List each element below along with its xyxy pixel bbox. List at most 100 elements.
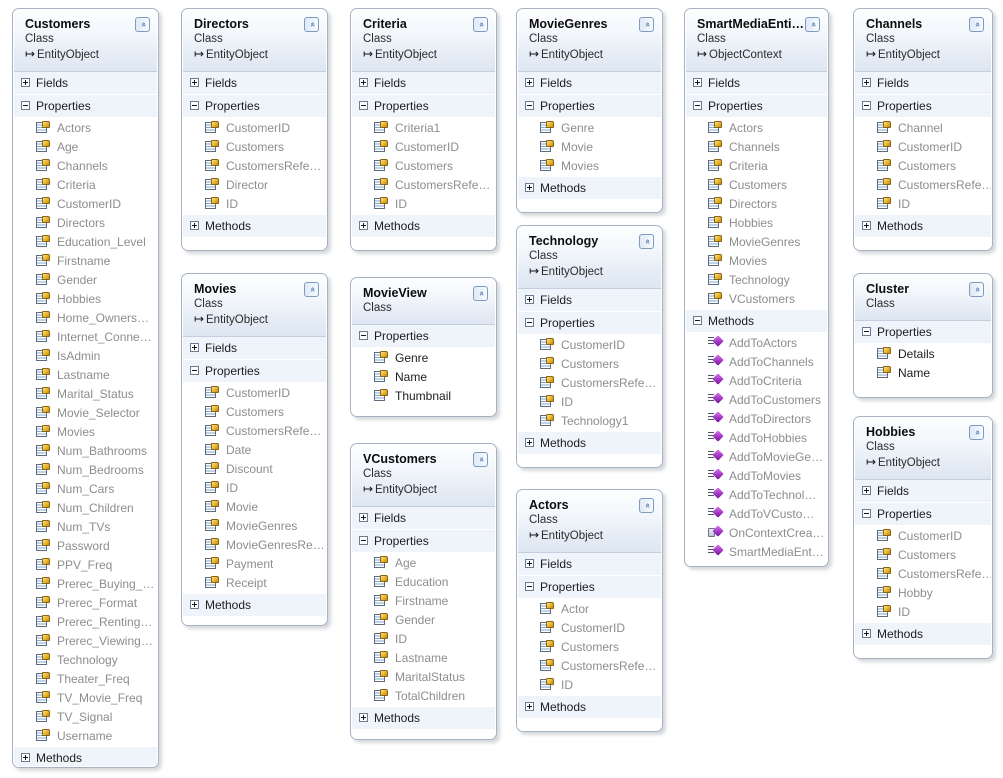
member-row[interactable]: Prerec_Buying_… (14, 574, 157, 593)
member-row[interactable]: Criteria1 (352, 118, 495, 137)
compartment-methods-actors[interactable]: Methods (518, 696, 661, 719)
member-row[interactable]: ID (183, 478, 326, 497)
class-shape-customers[interactable]: Customers Class ↦ EntityObject « Fields Proper… (12, 8, 159, 768)
collapse-minus-icon[interactable] (359, 536, 368, 546)
member-row[interactable]: Actors (14, 118, 157, 137)
expand-plus-icon[interactable] (359, 513, 368, 523)
member-row[interactable]: CustomerID (352, 137, 495, 156)
class-header-technology[interactable]: Technology Class ↦ EntityObject « (518, 227, 661, 289)
member-row[interactable]: ID (352, 629, 495, 648)
member-row[interactable]: Directors (686, 194, 827, 213)
member-row[interactable]: CustomersRefe… (183, 421, 326, 440)
member-row[interactable]: Actors (686, 118, 827, 137)
member-row[interactable]: MovieGenresRe… (183, 535, 326, 554)
collapse-chevron-icon[interactable]: « (304, 17, 319, 32)
expand-plus-icon[interactable] (862, 78, 871, 88)
member-row[interactable]: CustomersRefe… (518, 373, 661, 392)
member-row[interactable]: Channel (855, 118, 991, 137)
member-row[interactable]: Username (14, 726, 157, 745)
member-row[interactable]: OnContextCrea… (686, 523, 827, 542)
member-row[interactable]: Marital_Status (14, 384, 157, 403)
member-row[interactable]: MovieGenres (183, 516, 326, 535)
compartment-methods-technology[interactable]: Methods (518, 432, 661, 455)
collapse-chevron-icon[interactable]: « (639, 234, 654, 249)
expand-plus-icon[interactable] (359, 221, 368, 231)
class-header-moviegenres[interactable]: MovieGenres Class ↦ EntityObject « (518, 10, 661, 72)
collapse-chevron-icon[interactable]: « (639, 498, 654, 513)
class-header-cluster[interactable]: Cluster Class « (855, 275, 991, 321)
member-row[interactable]: CustomersRefe… (855, 175, 991, 194)
collapse-minus-icon[interactable] (862, 327, 871, 337)
expand-plus-icon[interactable] (525, 559, 534, 569)
compartment-fields-hobbies[interactable]: Fields (855, 480, 991, 503)
class-shape-hobbies[interactable]: Hobbies Class ↦ EntityObject « Fields Properti… (853, 416, 993, 659)
member-row[interactable]: AddToHobbies (686, 428, 827, 447)
class-shape-technology[interactable]: Technology Class ↦ EntityObject « Fields Prope… (516, 225, 663, 468)
expand-plus-icon[interactable] (525, 295, 534, 305)
class-header-directors[interactable]: Directors Class ↦ EntityObject « (183, 10, 326, 72)
class-shape-movieview[interactable]: MovieView Class « Properties Genre Name Thumbn… (350, 277, 497, 417)
compartment-fields-vcustomers[interactable]: Fields (352, 507, 495, 530)
class-shape-cluster[interactable]: Cluster Class « Properties Details Name (853, 273, 993, 398)
collapse-chevron-icon[interactable]: « (135, 17, 150, 32)
member-row[interactable]: AddToMovieGe… (686, 447, 827, 466)
member-row[interactable]: Director (183, 175, 326, 194)
member-row[interactable]: AddToCustomers (686, 390, 827, 409)
collapse-chevron-icon[interactable]: « (639, 17, 654, 32)
member-row[interactable]: Movies (686, 251, 827, 270)
collapse-chevron-icon[interactable]: « (969, 425, 984, 440)
compartment-fields-channels[interactable]: Fields (855, 72, 991, 95)
collapse-chevron-icon[interactable]: « (969, 17, 984, 32)
member-row[interactable]: PPV_Freq (14, 555, 157, 574)
member-row[interactable]: Customers (352, 156, 495, 175)
member-row[interactable]: Gender (14, 270, 157, 289)
collapse-chevron-icon[interactable]: « (473, 452, 488, 467)
compartment-fields-criteria[interactable]: Fields (352, 72, 495, 95)
member-row[interactable]: CustomerID (855, 137, 991, 156)
member-row[interactable]: AddToCriteria (686, 371, 827, 390)
member-row[interactable]: Customers (518, 354, 661, 373)
compartment-properties-moviegenres[interactable]: Properties (518, 95, 661, 117)
compartment-fields-smartmediaentities[interactable]: Fields (686, 72, 827, 95)
member-row[interactable]: Prerec_Format (14, 593, 157, 612)
member-row[interactable]: Genre (352, 348, 495, 367)
member-row[interactable]: Education_Level (14, 232, 157, 251)
member-row[interactable]: Thumbnail (352, 386, 495, 405)
member-row[interactable]: Home_Owners… (14, 308, 157, 327)
collapse-minus-icon[interactable] (693, 316, 702, 326)
expand-plus-icon[interactable] (190, 343, 199, 353)
collapse-minus-icon[interactable] (525, 582, 534, 592)
member-row[interactable]: SmartMediaEnt… (686, 542, 827, 561)
member-row[interactable]: ID (518, 675, 661, 694)
class-shape-vcustomers[interactable]: VCustomers Class ↦ EntityObject « Fields Prope… (350, 443, 497, 740)
class-header-customers[interactable]: Customers Class ↦ EntityObject « (14, 10, 157, 72)
class-header-vcustomers[interactable]: VCustomers Class ↦ EntityObject « (352, 445, 495, 507)
member-row[interactable]: Firstname (352, 591, 495, 610)
collapse-chevron-icon[interactable]: « (473, 286, 488, 301)
expand-plus-icon[interactable] (21, 78, 30, 88)
expand-plus-icon[interactable] (190, 600, 199, 610)
class-header-movieview[interactable]: MovieView Class « (352, 279, 495, 325)
member-row[interactable]: IsAdmin (14, 346, 157, 365)
class-shape-directors[interactable]: Directors Class ↦ EntityObject « Fields Proper… (181, 8, 328, 251)
collapse-minus-icon[interactable] (190, 366, 199, 376)
member-row[interactable]: Password (14, 536, 157, 555)
member-row[interactable]: Gender (352, 610, 495, 629)
member-row[interactable]: CustomersRefe… (183, 156, 326, 175)
member-row[interactable]: Age (14, 137, 157, 156)
compartment-fields-movies[interactable]: Fields (183, 337, 326, 360)
expand-plus-icon[interactable] (525, 438, 534, 448)
class-header-hobbies[interactable]: Hobbies Class ↦ EntityObject « (855, 418, 991, 480)
compartment-fields-actors[interactable]: Fields (518, 553, 661, 576)
member-row[interactable]: Actor (518, 599, 661, 618)
member-row[interactable]: Customers (518, 637, 661, 656)
member-row[interactable]: Genre (518, 118, 661, 137)
member-row[interactable]: AddToVCusto… (686, 504, 827, 523)
compartment-properties-movieview[interactable]: Properties (352, 325, 495, 347)
collapse-minus-icon[interactable] (21, 101, 30, 111)
compartment-methods-movies[interactable]: Methods (183, 594, 326, 617)
expand-plus-icon[interactable] (190, 78, 199, 88)
class-header-movies[interactable]: Movies Class ↦ EntityObject « (183, 275, 326, 337)
member-row[interactable]: Criteria (14, 175, 157, 194)
expand-plus-icon[interactable] (862, 629, 871, 639)
